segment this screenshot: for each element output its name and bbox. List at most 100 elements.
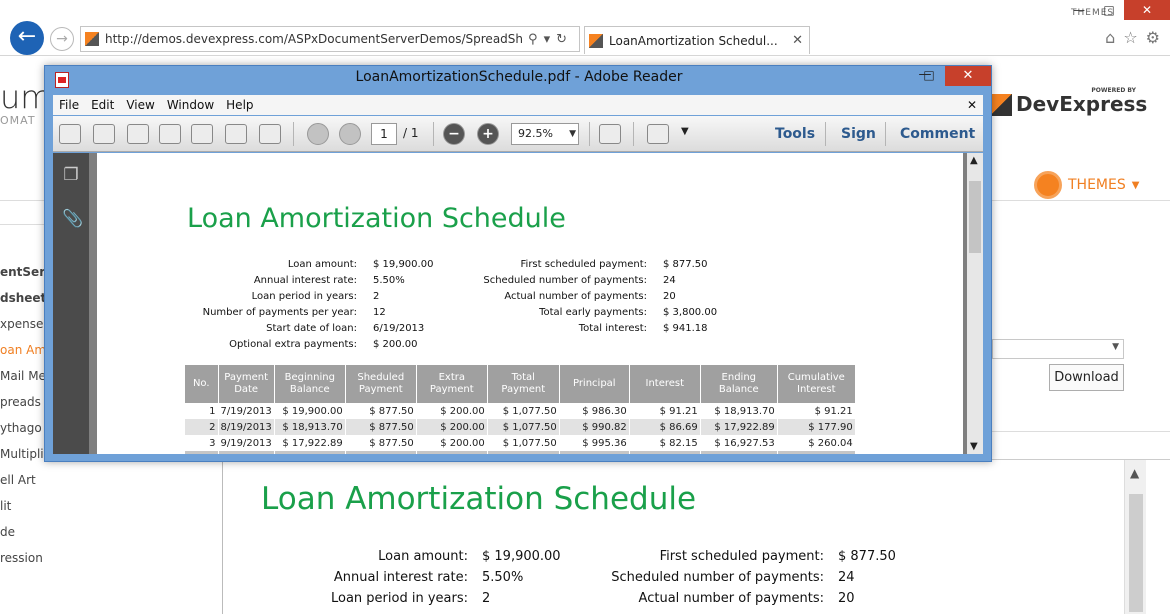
viewer-scrollbar[interactable]: ▲ [1124, 460, 1146, 614]
minimize-icon[interactable]: — [1064, 0, 1094, 20]
previous-page-icon[interactable] [307, 123, 329, 145]
pdf-summary-label: First scheduled payment: [520, 259, 647, 270]
zoom-out-icon[interactable]: − [443, 123, 465, 145]
themes-label: THEMES [1068, 177, 1126, 193]
table-cell: 9/19/2013 [218, 435, 275, 451]
table-row: 2 8/19/2013 $ 18,913.70 $ 877.50 $ 200.0… [185, 419, 856, 435]
summary-value: 2 [482, 591, 491, 606]
nav-group-spreadsheet[interactable]: dsheet [0, 291, 46, 305]
settings-gear-icon[interactable]: ⚙ [1146, 28, 1160, 47]
full-screen-icon[interactable] [647, 124, 669, 144]
scroll-down-icon[interactable]: ▼ [970, 441, 978, 452]
comment-pane-button[interactable]: Comment [900, 126, 975, 142]
back-button[interactable]: ← [10, 21, 44, 55]
home-icon[interactable]: ⌂ [1105, 28, 1115, 47]
close-document-icon[interactable]: ✕ [961, 98, 983, 112]
nav-item-expense[interactable]: xpense [0, 317, 43, 331]
zoom-level-select[interactable]: 92.5% ▼ [511, 123, 579, 145]
document-scrollbar[interactable]: ▲ ▼ [967, 153, 983, 454]
maximize-icon[interactable]: □ [917, 66, 941, 86]
nav-item-split[interactable]: lit [0, 499, 11, 513]
nav-item-code[interactable]: de [0, 525, 15, 539]
tab-close-icon[interactable]: ✕ [786, 33, 809, 48]
search-refresh-icons[interactable]: ⚲▾↻ [522, 32, 579, 47]
table-cell: $ 200.00 [416, 435, 488, 451]
nav-item-mail-merge[interactable]: Mail Me [0, 369, 46, 383]
forward-button[interactable]: → [50, 27, 74, 51]
sign-pane-button[interactable]: Sign [841, 126, 876, 142]
pdf-summary-value: 2 [373, 291, 380, 302]
themes-button[interactable]: THEMES ▼ [1034, 171, 1139, 199]
pdf-summary-label: Annual interest rate: [253, 275, 357, 286]
save-icon[interactable] [191, 124, 213, 144]
nav-item-cell-art[interactable]: ell Art [0, 473, 36, 487]
zoom-in-icon[interactable]: + [477, 123, 499, 145]
maximize-icon[interactable]: □ [1094, 0, 1124, 20]
tab-title: LoanAmortization Schedul... [609, 33, 778, 48]
menu-edit[interactable]: Edit [85, 98, 120, 112]
column-header: Interest [629, 365, 701, 403]
chevron-down-icon: ▼ [1131, 179, 1140, 191]
nav-item-spreadsheets[interactable]: preads [0, 395, 41, 409]
favorites-star-icon[interactable]: ☆ [1123, 28, 1137, 47]
page-thumbnails-icon[interactable]: ❐ [62, 165, 80, 187]
close-icon[interactable]: ✕ [1124, 0, 1170, 20]
menu-help[interactable]: Help [220, 98, 259, 112]
table-cell: $ 17,922.89 [700, 419, 778, 435]
download-button[interactable]: Download [1049, 364, 1124, 391]
scrollbar-thumb[interactable] [1129, 494, 1143, 612]
column-header: Ending Balance [700, 365, 778, 403]
column-header: Extra Payment [416, 365, 488, 403]
nav-item-loan-amortization[interactable]: oan Am [0, 343, 46, 357]
address-bar[interactable]: http://demos.devexpress.com/ASPxDocument… [80, 26, 580, 52]
summary-label: First scheduled payment: [659, 549, 824, 564]
pdf-summary-value: $ 3,800.00 [663, 307, 718, 318]
pdf-summary-value: $ 19,900.00 [373, 259, 434, 270]
table-cell: $ 19,900.00 [274, 403, 346, 419]
create-pdf-icon[interactable] [93, 124, 115, 144]
pdf-summary-value: 24 [663, 275, 676, 286]
summary-value: 5.50% [482, 570, 524, 585]
nav-item-pythagoras[interactable]: ythago [0, 421, 42, 435]
url-text[interactable]: http://demos.devexpress.com/ASPxDocument… [105, 32, 522, 46]
page-number-input[interactable]: 1 [371, 123, 397, 145]
pdf-summary-value: 5.50% [373, 275, 405, 286]
table-cell: 3 [185, 435, 219, 451]
menu-window[interactable]: Window [161, 98, 220, 112]
attachments-paperclip-icon[interactable]: 📎 [62, 209, 83, 231]
upload-icon[interactable] [159, 124, 181, 144]
devexpress-favicon-icon [85, 32, 99, 46]
table-cell: $ 260.04 [777, 435, 856, 451]
summary-value: 20 [838, 591, 855, 606]
scroll-up-icon[interactable]: ▲ [1130, 466, 1139, 480]
print-icon[interactable] [225, 124, 247, 144]
page-total: / 1 [403, 126, 419, 140]
menu-file[interactable]: File [53, 98, 85, 112]
pdf-title: Loan Amortization Schedule [187, 203, 566, 234]
close-icon[interactable]: ✕ [945, 66, 991, 86]
email-icon[interactable] [259, 124, 281, 144]
nav-item-multiplication[interactable]: Multipli [0, 447, 44, 461]
devexpress-logo-text: DevExpress [1016, 92, 1148, 116]
next-page-icon[interactable] [339, 123, 361, 145]
export-format-select[interactable]: ▼ [992, 339, 1124, 359]
browser-tab[interactable]: LoanAmortization Schedul... ✕ [584, 26, 810, 54]
devexpress-logo[interactable]: POWERED BY DevExpress [990, 87, 1147, 118]
table-cell: $ 877.50 [345, 403, 417, 419]
menu-view[interactable]: View [120, 98, 160, 112]
fit-page-icon[interactable] [599, 124, 621, 144]
browser-tools: ⌂ ☆ ⚙ [1105, 28, 1160, 47]
column-header: Total Payment [487, 365, 560, 403]
edit-pdf-icon[interactable] [127, 124, 149, 144]
nav-item-regression[interactable]: ression [0, 551, 43, 565]
customize-toolbar-icon[interactable]: ▼ [681, 126, 689, 137]
nav-group-documentserver[interactable]: entSer [0, 265, 45, 279]
column-header: Payment Date [218, 365, 275, 403]
browser-window-controls: — □ ✕ [1064, 0, 1170, 20]
reader-window-title: LoanAmortizationSchedule.pdf - Adobe Rea… [355, 69, 683, 85]
tools-pane-button[interactable]: Tools [775, 126, 815, 142]
scroll-up-icon[interactable]: ▲ [970, 155, 978, 166]
open-file-icon[interactable] [59, 124, 81, 144]
scrollbar-thumb[interactable] [969, 181, 981, 253]
table-cell: $ 18,913.70 [700, 403, 778, 419]
